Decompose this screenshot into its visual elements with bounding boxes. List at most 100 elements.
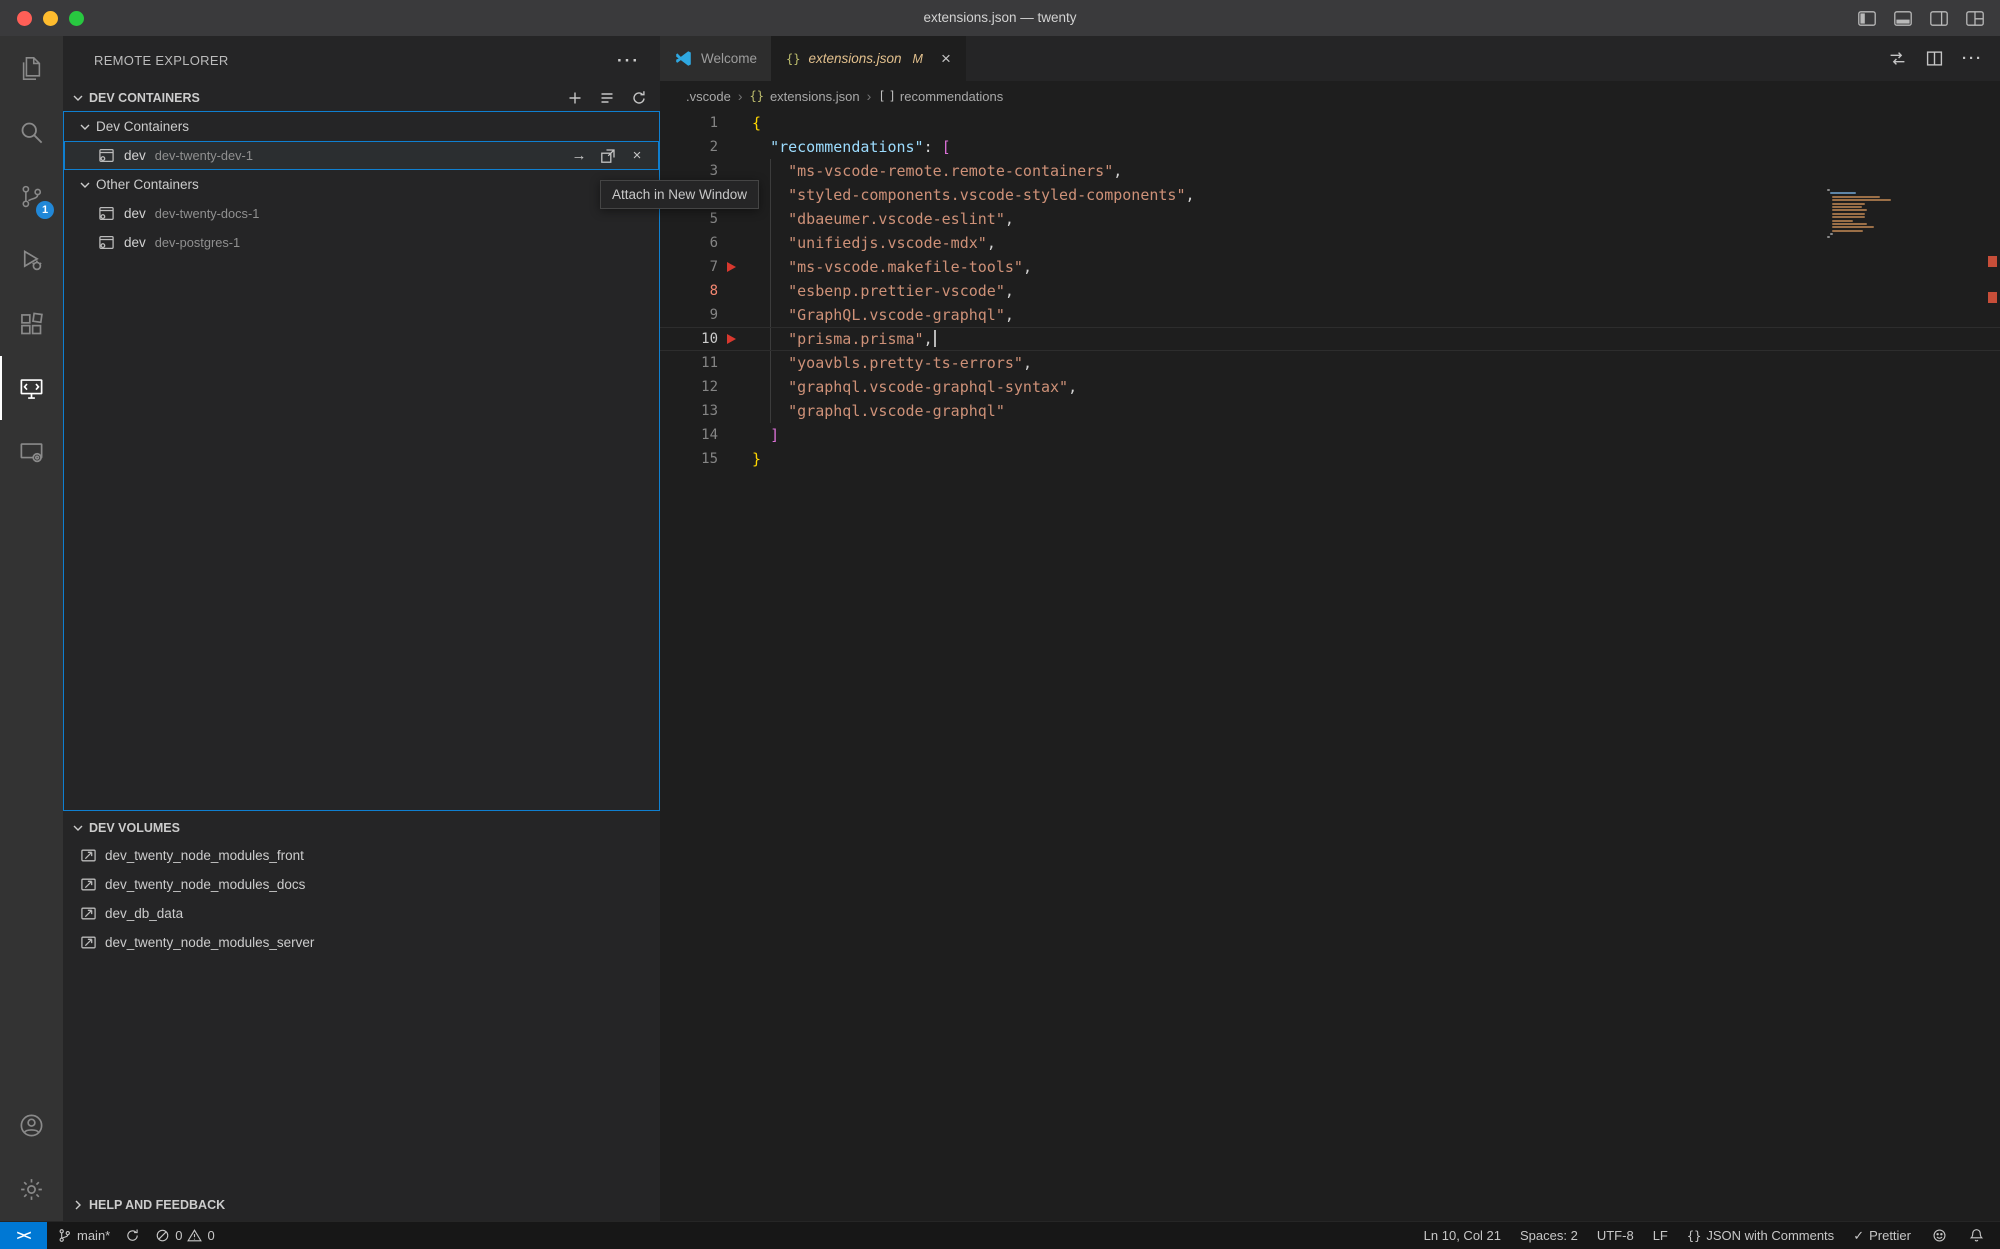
breadcrumb-symbol[interactable]: [ ] recommendations <box>878 89 1003 104</box>
dev-volumes-section: DEV VOLUMES dev_twenty_node_modules_fron… <box>63 815 660 957</box>
window-controls <box>17 0 84 36</box>
section-dev-containers[interactable]: DEV CONTAINERS <box>63 85 660 111</box>
code-line[interactable]: 6 "unifiedjs.vscode-mdx", <box>660 231 2000 255</box>
language-mode-label: JSON with Comments <box>1706 1228 1834 1243</box>
customize-layout-icon[interactable] <box>1966 9 1984 27</box>
close-window-button[interactable] <box>17 11 32 26</box>
toggle-primary-sidebar-icon[interactable] <box>1858 9 1876 27</box>
refresh-icon[interactable] <box>630 89 648 107</box>
activity-bar: 1 <box>0 36 63 1221</box>
code-area[interactable]: 1{2 "recommendations": [3 "ms-vscode-rem… <box>660 111 2000 471</box>
open-changes-icon[interactable] <box>1888 50 1906 68</box>
tab-extensions-json[interactable]: {} extensions.json M × <box>772 36 966 81</box>
group-label: Other Containers <box>96 177 199 192</box>
toggle-secondary-sidebar-icon[interactable] <box>1930 9 1948 27</box>
breadcrumb-label: recommendations <box>900 89 1003 104</box>
warning-icon <box>187 1228 202 1243</box>
breadcrumb-label: extensions.json <box>770 89 860 104</box>
attach-current-window-icon[interactable]: → <box>570 147 588 165</box>
cursor-position-status[interactable]: Ln 10, Col 21 <box>1424 1228 1501 1243</box>
dev-containers-icon[interactable] <box>0 420 63 484</box>
remote-indicator-glyph: >< <box>17 1228 31 1243</box>
search-icon[interactable] <box>0 100 63 164</box>
text-cursor <box>934 330 936 347</box>
zoom-window-button[interactable] <box>69 11 84 26</box>
code-line[interactable]: 5 "dbaeumer.vscode-eslint", <box>660 207 2000 231</box>
remote-explorer-icon[interactable] <box>0 356 63 420</box>
code-line[interactable]: 9 "GraphQL.vscode-graphql", <box>660 303 2000 327</box>
tree-group-dev-containers[interactable]: Dev Containers <box>64 112 659 141</box>
formatter-status[interactable]: ✓ Prettier <box>1853 1228 1911 1244</box>
code-line[interactable]: 3 "ms-vscode-remote.remote-containers", <box>660 159 2000 183</box>
code-line[interactable]: 15} <box>660 447 2000 471</box>
container-item-dev-twenty-dev-1[interactable]: dev dev-twenty-dev-1 → × <box>64 141 659 170</box>
split-editor-icon[interactable] <box>1925 50 1943 68</box>
volume-item[interactable]: dev_db_data <box>63 899 660 928</box>
help-feedback-section: HELP AND FEEDBACK <box>63 1192 660 1218</box>
new-container-icon[interactable] <box>566 89 584 107</box>
breadcrumb: .vscode › {} extensions.json › [ ] recom… <box>660 81 2000 111</box>
stop-container-icon[interactable]: × <box>628 147 646 165</box>
symbol-array-icon: [ ] <box>878 89 894 103</box>
section-dev-volumes[interactable]: DEV VOLUMES <box>63 815 660 841</box>
tab-label: extensions.json <box>808 51 901 66</box>
volume-item[interactable]: dev_twenty_node_modules_server <box>63 928 660 957</box>
red-gutter-marker-icon <box>718 255 752 279</box>
container-item-dev-postgres-1[interactable]: dev dev-postgres-1 <box>64 228 659 257</box>
section-help-feedback[interactable]: HELP AND FEEDBACK <box>63 1192 660 1218</box>
code-line[interactable]: 2 "recommendations": [ <box>660 135 2000 159</box>
accounts-icon[interactable] <box>0 1093 63 1157</box>
section-label: DEV CONTAINERS <box>89 91 200 105</box>
volume-item[interactable]: dev_twenty_node_modules_front <box>63 841 660 870</box>
tree-group-other-containers[interactable]: Other Containers <box>64 170 659 199</box>
container-icon <box>98 234 115 251</box>
volume-icon <box>80 847 97 864</box>
problems-status[interactable]: 0 0 <box>155 1228 214 1243</box>
volume-label: dev_twenty_node_modules_server <box>105 935 314 950</box>
run-debug-icon[interactable] <box>0 228 63 292</box>
language-mode-status[interactable]: {} JSON with Comments <box>1687 1228 1834 1243</box>
eol-status[interactable]: LF <box>1653 1228 1668 1243</box>
code-line[interactable]: 4 "styled-components.vscode-styled-compo… <box>660 183 2000 207</box>
code-line[interactable]: 10 "prisma.prisma", <box>660 327 2000 351</box>
breadcrumb-folder[interactable]: .vscode <box>686 89 731 104</box>
encoding-status[interactable]: UTF-8 <box>1597 1228 1634 1243</box>
code-line[interactable]: 11 "yoavbls.pretty-ts-errors", <box>660 351 2000 375</box>
sync-changes-button[interactable] <box>125 1228 140 1243</box>
error-icon <box>155 1228 170 1243</box>
code-line[interactable]: 8 "esbenp.prettier-vscode", <box>660 279 2000 303</box>
minimap[interactable] <box>1827 189 1919 240</box>
code-line[interactable]: 13 "graphql.vscode-graphql" <box>660 399 2000 423</box>
code-line[interactable]: 12 "graphql.vscode-graphql-syntax", <box>660 375 2000 399</box>
scm-badge: 1 <box>36 201 54 219</box>
json-file-icon: {} <box>786 52 800 66</box>
source-control-icon[interactable]: 1 <box>0 164 63 228</box>
notifications-bell-icon[interactable] <box>1967 1227 1985 1245</box>
attach-new-window-icon[interactable] <box>599 147 617 165</box>
remote-indicator[interactable]: >< <box>0 1222 47 1249</box>
close-tab-icon[interactable]: × <box>941 50 951 67</box>
git-branch-status[interactable]: main* <box>57 1228 110 1243</box>
json-braces-icon: {} <box>1687 1229 1701 1243</box>
container-description: dev-twenty-dev-1 <box>155 148 253 163</box>
volume-item[interactable]: dev_twenty_node_modules_docs <box>63 870 660 899</box>
tab-welcome[interactable]: Welcome <box>660 36 772 81</box>
volume-label: dev_db_data <box>105 906 183 921</box>
code-line[interactable]: 1{ <box>660 111 2000 135</box>
feedback-icon[interactable] <box>1930 1227 1948 1245</box>
chevron-down-icon <box>77 119 93 135</box>
code-line[interactable]: 7 "ms-vscode.makefile-tools", <box>660 255 2000 279</box>
extensions-icon[interactable] <box>0 292 63 356</box>
toggle-panel-icon[interactable] <box>1894 9 1912 27</box>
container-item-dev-twenty-docs-1[interactable]: dev dev-twenty-docs-1 <box>64 199 659 228</box>
more-actions-icon[interactable]: ··· <box>617 51 640 71</box>
show-log-icon[interactable] <box>598 89 616 107</box>
more-actions-icon[interactable]: ··· <box>1962 50 1983 67</box>
minimize-window-button[interactable] <box>43 11 58 26</box>
explorer-icon[interactable] <box>0 36 63 100</box>
indentation-status[interactable]: Spaces: 2 <box>1520 1228 1578 1243</box>
breadcrumb-file[interactable]: {} extensions.json <box>749 89 859 104</box>
section-label: HELP AND FEEDBACK <box>89 1198 225 1212</box>
settings-gear-icon[interactable] <box>0 1157 63 1221</box>
code-line[interactable]: 14 ] <box>660 423 2000 447</box>
